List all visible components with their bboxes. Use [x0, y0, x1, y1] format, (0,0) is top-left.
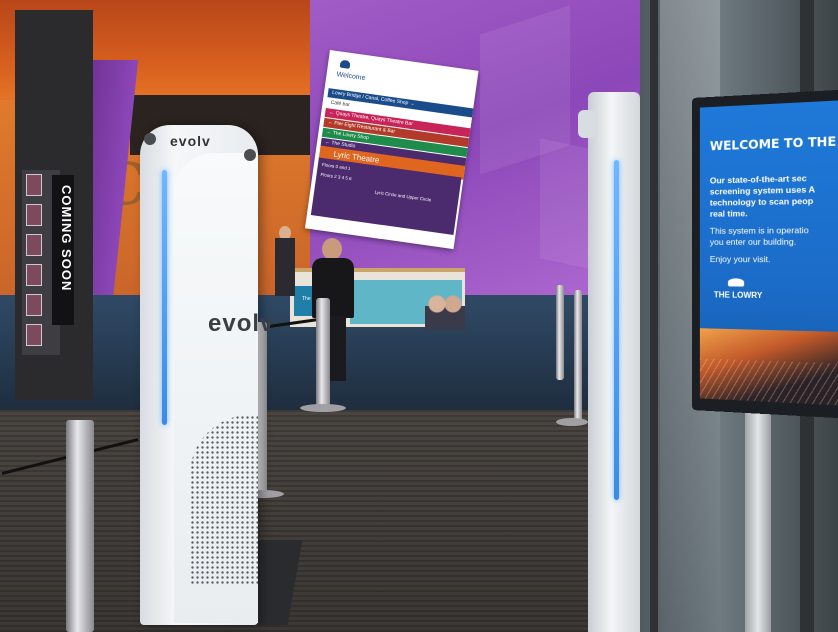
- door-frame: [650, 0, 658, 632]
- digital-welcome-screen: WELCOME TO THE LO Our state-of-the-art s…: [692, 89, 838, 419]
- stanchion-post: [316, 298, 330, 408]
- sign-title: Welcome: [336, 71, 366, 83]
- scanner-light-strip: [162, 170, 167, 425]
- camera-icon: [244, 149, 256, 161]
- camera-icon: [578, 110, 596, 138]
- stanchion-post-foreground: [66, 420, 94, 632]
- screen-display: WELCOME TO THE LO Our state-of-the-art s…: [699, 99, 838, 407]
- scanner-brand-mid: evolv: [208, 310, 275, 337]
- scanner-brand-top: evolv: [170, 133, 211, 149]
- sign-floor-text: Floors 0 and 1: [321, 162, 351, 171]
- scanner-dot-pattern: [190, 415, 258, 585]
- screen-text: Enjoy your visit.: [709, 254, 771, 265]
- stanchion-base: [300, 404, 346, 412]
- stanchion-base: [556, 418, 588, 426]
- brochure: [26, 294, 42, 316]
- screen-stand: [745, 400, 771, 632]
- desk-poster: [350, 280, 465, 330]
- wayfinding-sign: Welcome Lowry Bridge / Canal, Coffee Sho…: [304, 50, 479, 250]
- coming-soon-text: COMING SOON: [59, 185, 74, 292]
- brochure: [26, 204, 42, 226]
- stanchion-post: [574, 290, 582, 425]
- sign-floor-text: Floors 2 3 4 5 6: [320, 171, 352, 182]
- evolv-scanner-left: evolv evolv: [140, 125, 273, 625]
- brochure: [26, 264, 42, 286]
- screen-text: This system is in operatio: [709, 224, 809, 236]
- building-image-detail: [699, 358, 838, 407]
- scanner-light-strip: [614, 160, 619, 500]
- staff-member-background: [275, 226, 295, 296]
- sign-floor-text: Lyric Circle and Upper Circle: [374, 189, 432, 203]
- brochure: [26, 234, 42, 256]
- lowry-logo-icon: [339, 59, 351, 69]
- camera-icon: [144, 133, 156, 145]
- lobby-scene: C E Welcome Lowry Bridge / Canal, Coffee…: [0, 0, 838, 632]
- brochure: [26, 174, 42, 196]
- lowry-logo-icon: [727, 278, 745, 287]
- person-body: [275, 238, 295, 296]
- screen-logo: THE LOWRY: [713, 290, 763, 301]
- screen-title: WELCOME TO THE LO: [709, 133, 838, 154]
- stanchion-post: [556, 285, 564, 380]
- screen-text: you enter our building.: [709, 236, 797, 247]
- evolv-scanner-right: [588, 92, 640, 632]
- brochure: [26, 324, 42, 346]
- poster-people: [425, 290, 465, 330]
- person-head: [322, 238, 342, 260]
